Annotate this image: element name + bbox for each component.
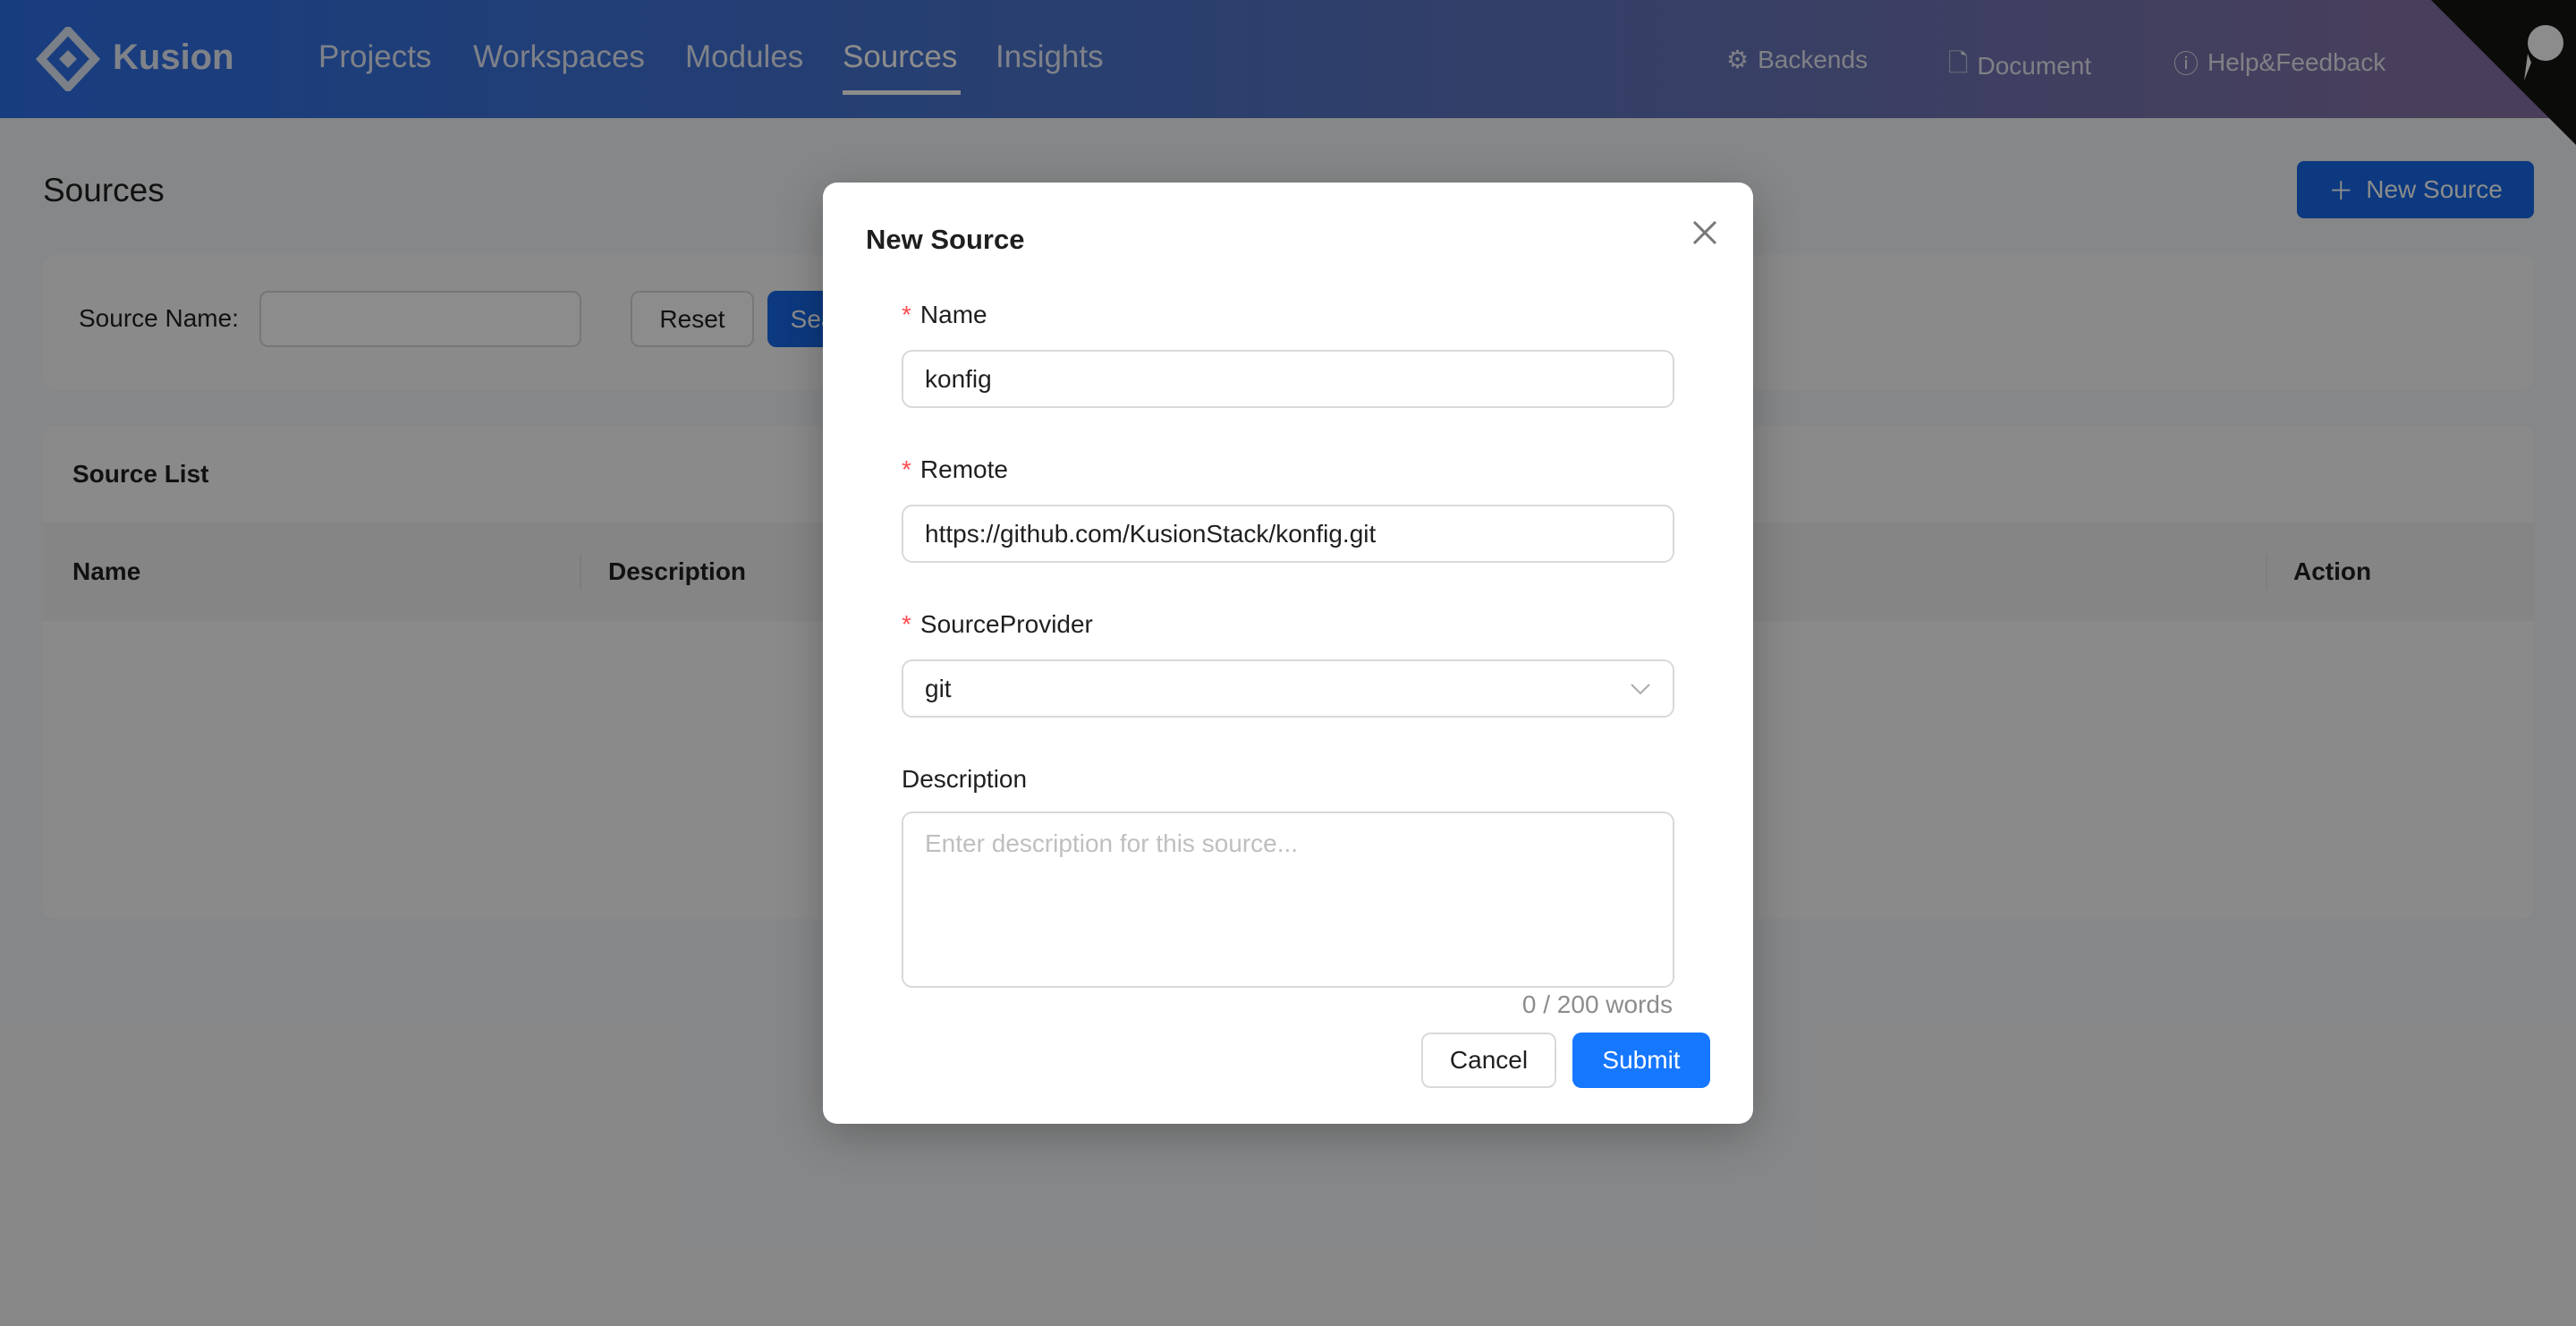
word-counter: 0 / 200 words [1521, 990, 1673, 1018]
source-provider-label: * SourceProvider [902, 610, 1093, 638]
source-provider-value: git [925, 674, 952, 702]
cancel-button[interactable]: Cancel [1421, 1033, 1556, 1088]
description-label: Description [902, 765, 1028, 793]
modal-title: New Source [866, 224, 1025, 255]
new-source-modal: New Source * Name konfig * Remote https://… [823, 183, 1753, 1124]
chevron-down-icon [1631, 683, 1650, 694]
source-provider-select[interactable]: git [902, 659, 1674, 718]
submit-button[interactable]: Submit [1572, 1033, 1710, 1088]
remote-label: * Remote [902, 455, 1008, 483]
close-icon[interactable] [1687, 215, 1723, 251]
description-textarea[interactable]: Enter description for this source... [902, 812, 1674, 988]
name-input[interactable]: konfig [902, 350, 1674, 408]
name-label: * Name [902, 301, 987, 328]
remote-input[interactable]: https://github.com/KusionStack/konfig.gi… [902, 505, 1674, 563]
